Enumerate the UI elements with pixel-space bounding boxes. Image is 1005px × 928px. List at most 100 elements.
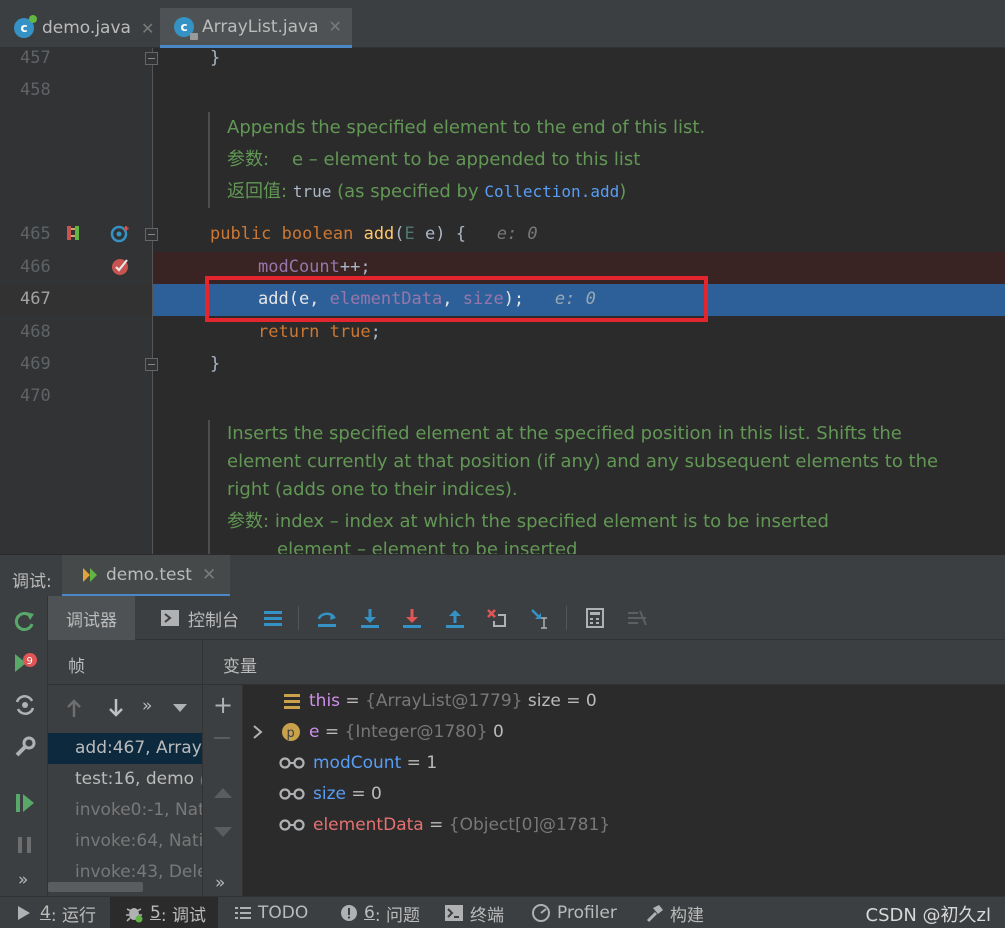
step-out-icon[interactable] (444, 607, 466, 629)
variable-row-modcount[interactable]: modCount = 1 (279, 748, 437, 779)
implements-method-icon[interactable] (64, 224, 84, 244)
watch-glasses-icon (279, 788, 305, 800)
line-number[interactable]: 468 (20, 322, 60, 342)
javadoc-render-add[interactable]: Appends the specified element to the end… (208, 112, 705, 208)
csdn-watermark: CSDN @初久zl (865, 905, 992, 926)
variable-row-elementdata[interactable]: elementData = {Object[0]@1781} (279, 810, 610, 841)
watch-glasses-icon (279, 819, 305, 831)
rerun-icon[interactable] (12, 608, 38, 634)
force-step-into-icon[interactable] (401, 607, 423, 629)
layout-menu-icon[interactable] (262, 607, 284, 629)
session-tab-label: demo.test (106, 564, 192, 585)
profiler-tool-button[interactable]: Profiler (531, 897, 617, 928)
run-tool-button[interactable]: 4: 运行 (16, 897, 96, 928)
wrench-settings-icon[interactable] (12, 734, 38, 760)
doc-params-label: 参数: (227, 511, 270, 532)
code-line-468[interactable]: return true; (258, 322, 381, 342)
tool-window-bar: 4: 运行 5: 调试 TODO 6: 问题 终端 Profiler 构建 CS… (0, 896, 1005, 928)
variable-row-size[interactable]: size = 0 (279, 779, 382, 810)
profiler-gauge-icon (532, 904, 550, 922)
line-number[interactable]: 466 (20, 257, 60, 277)
line-number[interactable]: 470 (20, 386, 60, 406)
watch-glasses-icon (279, 757, 305, 769)
javadoc-render-add-index[interactable]: Inserts the specified element at the spe… (208, 420, 938, 554)
tab-console[interactable]: 控制台 (160, 596, 239, 640)
evaluate-expression-icon[interactable] (584, 607, 606, 629)
line-number[interactable]: 465 (20, 224, 60, 244)
svg-text:9: 9 (27, 656, 33, 667)
dropdown-arrow-icon[interactable] (172, 703, 188, 713)
method-breakpoint-icon[interactable] (110, 223, 132, 245)
more-icon[interactable]: » (215, 873, 225, 893)
toggle-auto-test-icon[interactable] (12, 692, 38, 718)
fold-marker[interactable] (145, 228, 158, 241)
frame-item[interactable]: invoke0:-1, Nati (48, 795, 202, 826)
trace-current-stream-icon[interactable] (626, 607, 648, 629)
keyword: public (210, 224, 272, 244)
line-number[interactable]: 469 (20, 354, 60, 374)
resume-program-icon[interactable] (12, 790, 38, 816)
terminal-tool-button[interactable]: 终端 (444, 897, 504, 928)
keyword: true (329, 322, 371, 342)
frame-item[interactable]: add:467, ArrayList (48, 733, 202, 764)
keyword: boolean (281, 224, 354, 244)
debug-tool-button[interactable]: 5: 调试 (110, 897, 218, 928)
field-ref: modCount (258, 257, 340, 277)
warning-circle-icon (341, 905, 357, 921)
tab-label: demo.java (42, 18, 131, 38)
expand-chevron-icon[interactable] (251, 724, 265, 740)
more-actions-icon[interactable]: » (18, 870, 28, 890)
breakpoint-icon[interactable] (110, 255, 132, 277)
debug-label: 调试: (12, 572, 52, 592)
frame-item[interactable]: test:16, demo (c (48, 764, 202, 795)
variable-row-this[interactable]: this = {ArrayList@1779} size = 0 (283, 686, 597, 717)
move-up-icon[interactable] (213, 785, 233, 799)
debugger-toolbar: 调试器 控制台 (48, 596, 1005, 640)
debug-session-tab[interactable]: demo.test ✕ (62, 555, 231, 597)
arrow-down-icon[interactable] (106, 697, 126, 719)
more-icon[interactable]: » (142, 696, 152, 716)
variable-row-e[interactable]: p e = {Integer@1780} 0 (251, 717, 504, 748)
code-editor[interactable]: 457 458 465 466 467 468 469 470 } Append… (0, 48, 1005, 554)
problems-tool-button[interactable]: 6: 问题 (340, 897, 420, 928)
step-into-icon[interactable] (359, 607, 381, 629)
console-icon (161, 610, 179, 626)
remove-watch-icon[interactable] (214, 737, 230, 739)
doc-description: Inserts the specified element at the spe… (227, 423, 902, 444)
todo-tool-button[interactable]: TODO (234, 897, 308, 928)
close-icon[interactable]: ✕ (202, 565, 216, 585)
code-line-466[interactable]: modCount++; (258, 257, 371, 277)
tab-demo-java[interactable]: c demo.java ✕ (0, 8, 164, 48)
arrow-up-icon[interactable] (64, 697, 84, 719)
code-text: } (210, 48, 221, 68)
frame-item[interactable]: invoke:64, Nativ (48, 826, 202, 857)
doc-params-text: element – element to be inserted (277, 539, 578, 554)
tab-debugger[interactable]: 调试器 (48, 596, 135, 640)
line-number[interactable]: 458 (20, 80, 60, 100)
code-line-469[interactable]: } (210, 354, 220, 374)
editor-tab-bar: c demo.java ✕ c ArrayList.java ✕ (0, 0, 1005, 48)
keyword: return (258, 322, 320, 342)
run-to-cursor-icon[interactable] (529, 607, 551, 629)
fold-marker[interactable] (145, 52, 158, 65)
line-number-current[interactable]: 467 (20, 289, 60, 309)
pause-program-icon[interactable] (12, 832, 38, 858)
line-number[interactable]: 457 (20, 48, 60, 68)
step-over-icon[interactable] (316, 607, 338, 629)
horizontal-scrollbar[interactable] (48, 882, 143, 892)
build-tool-button[interactable]: 构建 (644, 897, 704, 928)
doc-description: right (adds one to their indices). (227, 479, 518, 500)
move-down-icon[interactable] (213, 826, 233, 840)
code-line-465[interactable]: public boolean add(E e) { e: 0 (210, 224, 538, 244)
add-watch-icon[interactable]: + (213, 691, 233, 719)
drop-frame-icon[interactable] (486, 607, 508, 629)
fold-marker[interactable] (145, 358, 158, 371)
method-name: add (363, 224, 395, 244)
tab-arraylist-java[interactable]: c ArrayList.java ✕ (160, 8, 352, 48)
close-icon[interactable]: ✕ (141, 19, 154, 38)
doc-link-collection-add[interactable]: Collection.add (484, 182, 619, 201)
frames-list: add:467, ArrayList test:16, demo (c invo… (48, 730, 203, 896)
close-icon[interactable]: ✕ (329, 17, 342, 36)
rerun-failed-tests-icon[interactable]: 9 (12, 650, 38, 676)
java-class-locked-icon: c (174, 16, 198, 40)
